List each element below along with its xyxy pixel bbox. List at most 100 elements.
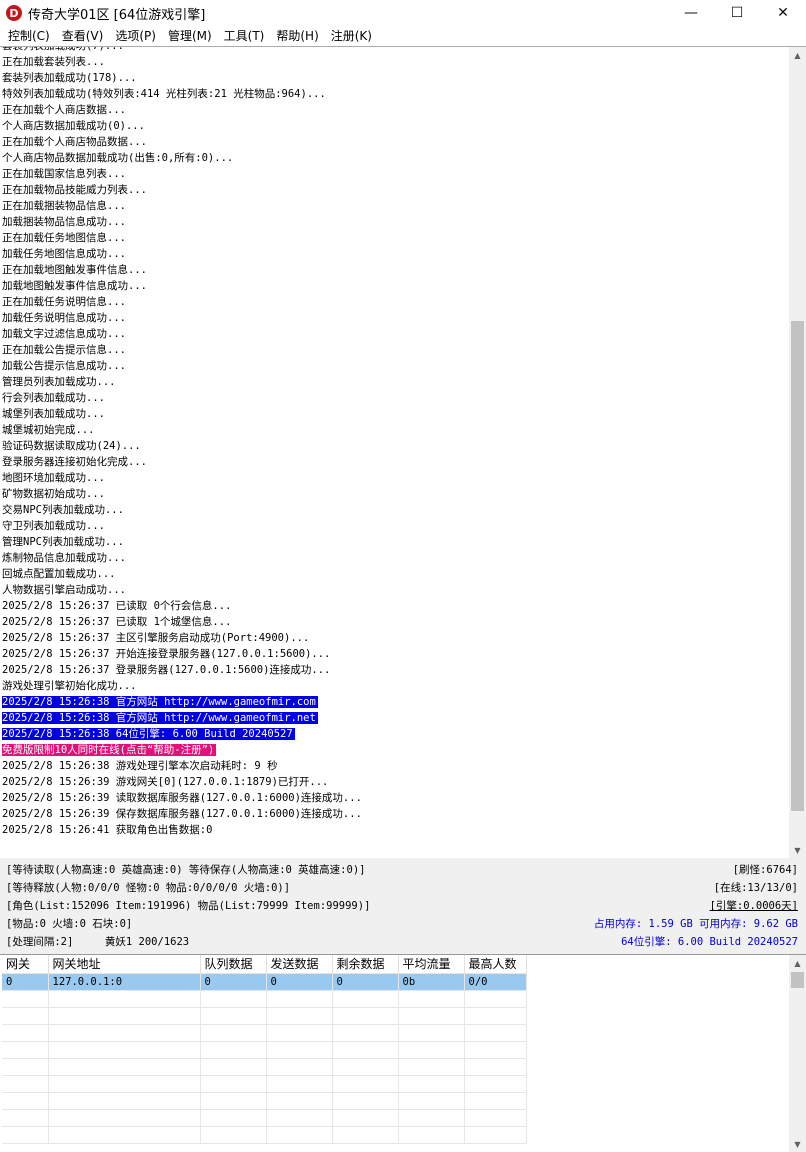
log-pane[interactable]: 套装列表加载成功(7)... 正在加载套装列表... 套装列表加载成功(178)..… xyxy=(0,46,806,858)
table-cell xyxy=(398,1041,465,1059)
scroll-up-arrow-icon[interactable]: ▲ xyxy=(789,47,806,64)
status-engine-uptime: [引擎:0.0006天] xyxy=(709,900,798,912)
table-cell xyxy=(48,1126,201,1144)
menu-help[interactable]: 帮助(H) xyxy=(270,26,324,46)
table-row[interactable] xyxy=(2,990,527,1008)
table-cell xyxy=(464,1126,527,1144)
menu-options[interactable]: 选项(P) xyxy=(109,26,162,46)
table-cell xyxy=(200,1024,267,1042)
column-header[interactable]: 剩余数据 xyxy=(332,955,399,974)
log-line-text: 2025/2/8 15:26:39 游戏网关[0](127.0.0.1:1879… xyxy=(2,776,329,788)
gateway-table-header: 网关 网关地址 队列数据 发送数据 剩余数据 平均流量 最高人数 xyxy=(2,955,527,974)
menu-manage[interactable]: 管理(M) xyxy=(162,26,218,46)
menu-register[interactable]: 注册(K) xyxy=(325,26,378,46)
table-cell xyxy=(2,1024,49,1042)
table-cell xyxy=(464,1075,527,1093)
grid-scroll-up-arrow-icon[interactable]: ▲ xyxy=(789,955,806,972)
table-cell xyxy=(48,1058,201,1076)
table-cell xyxy=(332,1041,399,1059)
log-line-text: 2025/2/8 15:26:37 登录服务器(127.0.0.1:5600)连… xyxy=(2,664,331,676)
grid-scroll-thumb[interactable] xyxy=(791,972,804,988)
log-line: 2025/2/8 15:26:37 主区引擎服务启动成功(Port:4900).… xyxy=(2,630,782,646)
table-cell: 0 xyxy=(2,973,49,991)
log-line: 2025/2/8 15:26:37 已读取 1个城堡信息... xyxy=(2,614,782,630)
column-header[interactable]: 最高人数 xyxy=(464,955,527,974)
table-cell xyxy=(200,1092,267,1110)
maximize-button[interactable]: ☐ xyxy=(714,0,760,26)
close-button[interactable]: ✕ xyxy=(760,0,806,26)
table-cell xyxy=(332,1024,399,1042)
column-header[interactable]: 发送数据 xyxy=(266,955,333,974)
status-objects: [物品:0 火墙:0 石块:0] xyxy=(6,918,133,930)
log-line-text: 正在加载物品技能威力列表... xyxy=(2,184,147,196)
log-line: 2025/2/8 15:26:38 官方网站 http://www.gameof… xyxy=(2,710,782,726)
table-cell xyxy=(2,1041,49,1059)
log-line: 正在加载个人商店物品数据... xyxy=(2,134,782,150)
table-cell xyxy=(266,1041,333,1059)
status-queue-release: [等待释放(人物:0/0/0 怪物:0 物品:0/0/0/0 火墙:0)] xyxy=(6,882,291,894)
table-cell xyxy=(398,990,465,1008)
table-row[interactable] xyxy=(2,1024,527,1042)
table-row[interactable] xyxy=(2,1075,527,1093)
log-line: 2025/2/8 15:26:37 登录服务器(127.0.0.1:5600)连… xyxy=(2,662,782,678)
table-cell xyxy=(2,1126,49,1144)
log-line: 矿物数据初始成功... xyxy=(2,486,782,502)
table-cell xyxy=(464,1024,527,1042)
column-header[interactable]: 队列数据 xyxy=(200,955,267,974)
column-header[interactable]: 网关地址 xyxy=(48,955,201,974)
table-row[interactable] xyxy=(2,1041,527,1059)
table-row[interactable] xyxy=(2,1058,527,1076)
table-cell xyxy=(266,1024,333,1042)
table-row[interactable]: 0 127.0.0.1:0 0 0 0 0b 0/0 xyxy=(2,973,527,991)
table-cell xyxy=(2,1007,49,1025)
log-line-text: 人物数据引擎启动成功... xyxy=(2,584,126,596)
table-cell: 0 xyxy=(332,973,399,991)
table-cell xyxy=(48,1024,201,1042)
status-list-counts: [角色(List:152096 Item:191996) 物品(List:799… xyxy=(6,900,371,912)
log-line-text: 套装列表加载成功(178)... xyxy=(2,72,137,84)
table-cell: 0/0 xyxy=(464,973,527,991)
table-row[interactable] xyxy=(2,1109,527,1127)
table-cell xyxy=(48,1092,201,1110)
table-cell xyxy=(2,1075,49,1093)
grid-scroll-down-arrow-icon[interactable]: ▼ xyxy=(789,1136,806,1152)
table-row[interactable] xyxy=(2,1092,527,1110)
log-line-text: 城堡城初始完成... xyxy=(2,424,95,436)
status-row-1: [等待读取(人物高速:0 英雄高速:0) 等待保存(人物高速:0 英雄高速:0)… xyxy=(0,861,806,879)
minimize-button[interactable]: — xyxy=(668,0,714,26)
gateway-grid[interactable]: 网关 网关地址 队列数据 发送数据 剩余数据 平均流量 最高人数 0 127.0.0.1:0 0… xyxy=(0,954,806,1152)
log-line: 加载任务地图信息成功... xyxy=(2,246,782,262)
menu-view[interactable]: 查看(V) xyxy=(56,26,110,46)
log-line-text: 地图环境加载成功... xyxy=(2,472,105,484)
log-scrollbar[interactable]: ▲ ▼ xyxy=(789,47,806,858)
menu-bar: 控制(C) 查看(V) 选项(P) 管理(M) 工具(T) 帮助(H) 注册(K… xyxy=(0,26,806,46)
log-line-text: 正在加载任务说明信息... xyxy=(2,296,126,308)
log-line-text: 2025/2/8 15:26:38 游戏处理引擎本次启动耗时: 9 秒 xyxy=(2,760,278,772)
table-row[interactable] xyxy=(2,1126,527,1144)
log-line-text: 2025/2/8 15:26:37 开始连接登录服务器(127.0.0.1:56… xyxy=(2,648,331,660)
title-bar[interactable]: D 传奇大学01区 [64位游戏引擎] — ☐ ✕ xyxy=(0,0,806,26)
column-header[interactable]: 网关 xyxy=(2,955,49,974)
table-cell xyxy=(266,1058,333,1076)
menu-tools[interactable]: 工具(T) xyxy=(218,26,271,46)
log-line-text: 加载任务说明信息成功... xyxy=(2,312,126,324)
app-logo-icon: D xyxy=(6,5,22,21)
log-line: 2025/2/8 15:26:41 获取角色出售数据:0 xyxy=(2,822,782,838)
menu-control[interactable]: 控制(C) xyxy=(2,26,56,46)
column-header[interactable]: 平均流量 xyxy=(398,955,465,974)
table-cell xyxy=(266,1109,333,1127)
table-cell xyxy=(200,1126,267,1144)
scroll-down-arrow-icon[interactable]: ▼ xyxy=(789,842,806,858)
log-line-text: 个人商店物品数据加载成功(出售:0,所有:0)... xyxy=(2,152,234,164)
log-line-text: 登录服务器连接初始化完成... xyxy=(2,456,147,468)
table-cell xyxy=(398,1126,465,1144)
table-row[interactable] xyxy=(2,1007,527,1025)
gateway-scrollbar[interactable]: ▲ ▼ xyxy=(789,955,806,1152)
log-line: 回城点配置加载成功... xyxy=(2,566,782,582)
status-process-interval: [处理间隔:2] 黄妖1 200/1623 xyxy=(6,936,190,948)
scroll-thumb[interactable] xyxy=(791,320,804,811)
status-row-2: [等待释放(人物:0/0/0 怪物:0 物品:0/0/0/0 火墙:0)] [在… xyxy=(0,879,806,897)
log-line-text: 加载任务地图信息成功... xyxy=(2,248,126,260)
table-cell xyxy=(266,1075,333,1093)
table-cell xyxy=(398,1024,465,1042)
